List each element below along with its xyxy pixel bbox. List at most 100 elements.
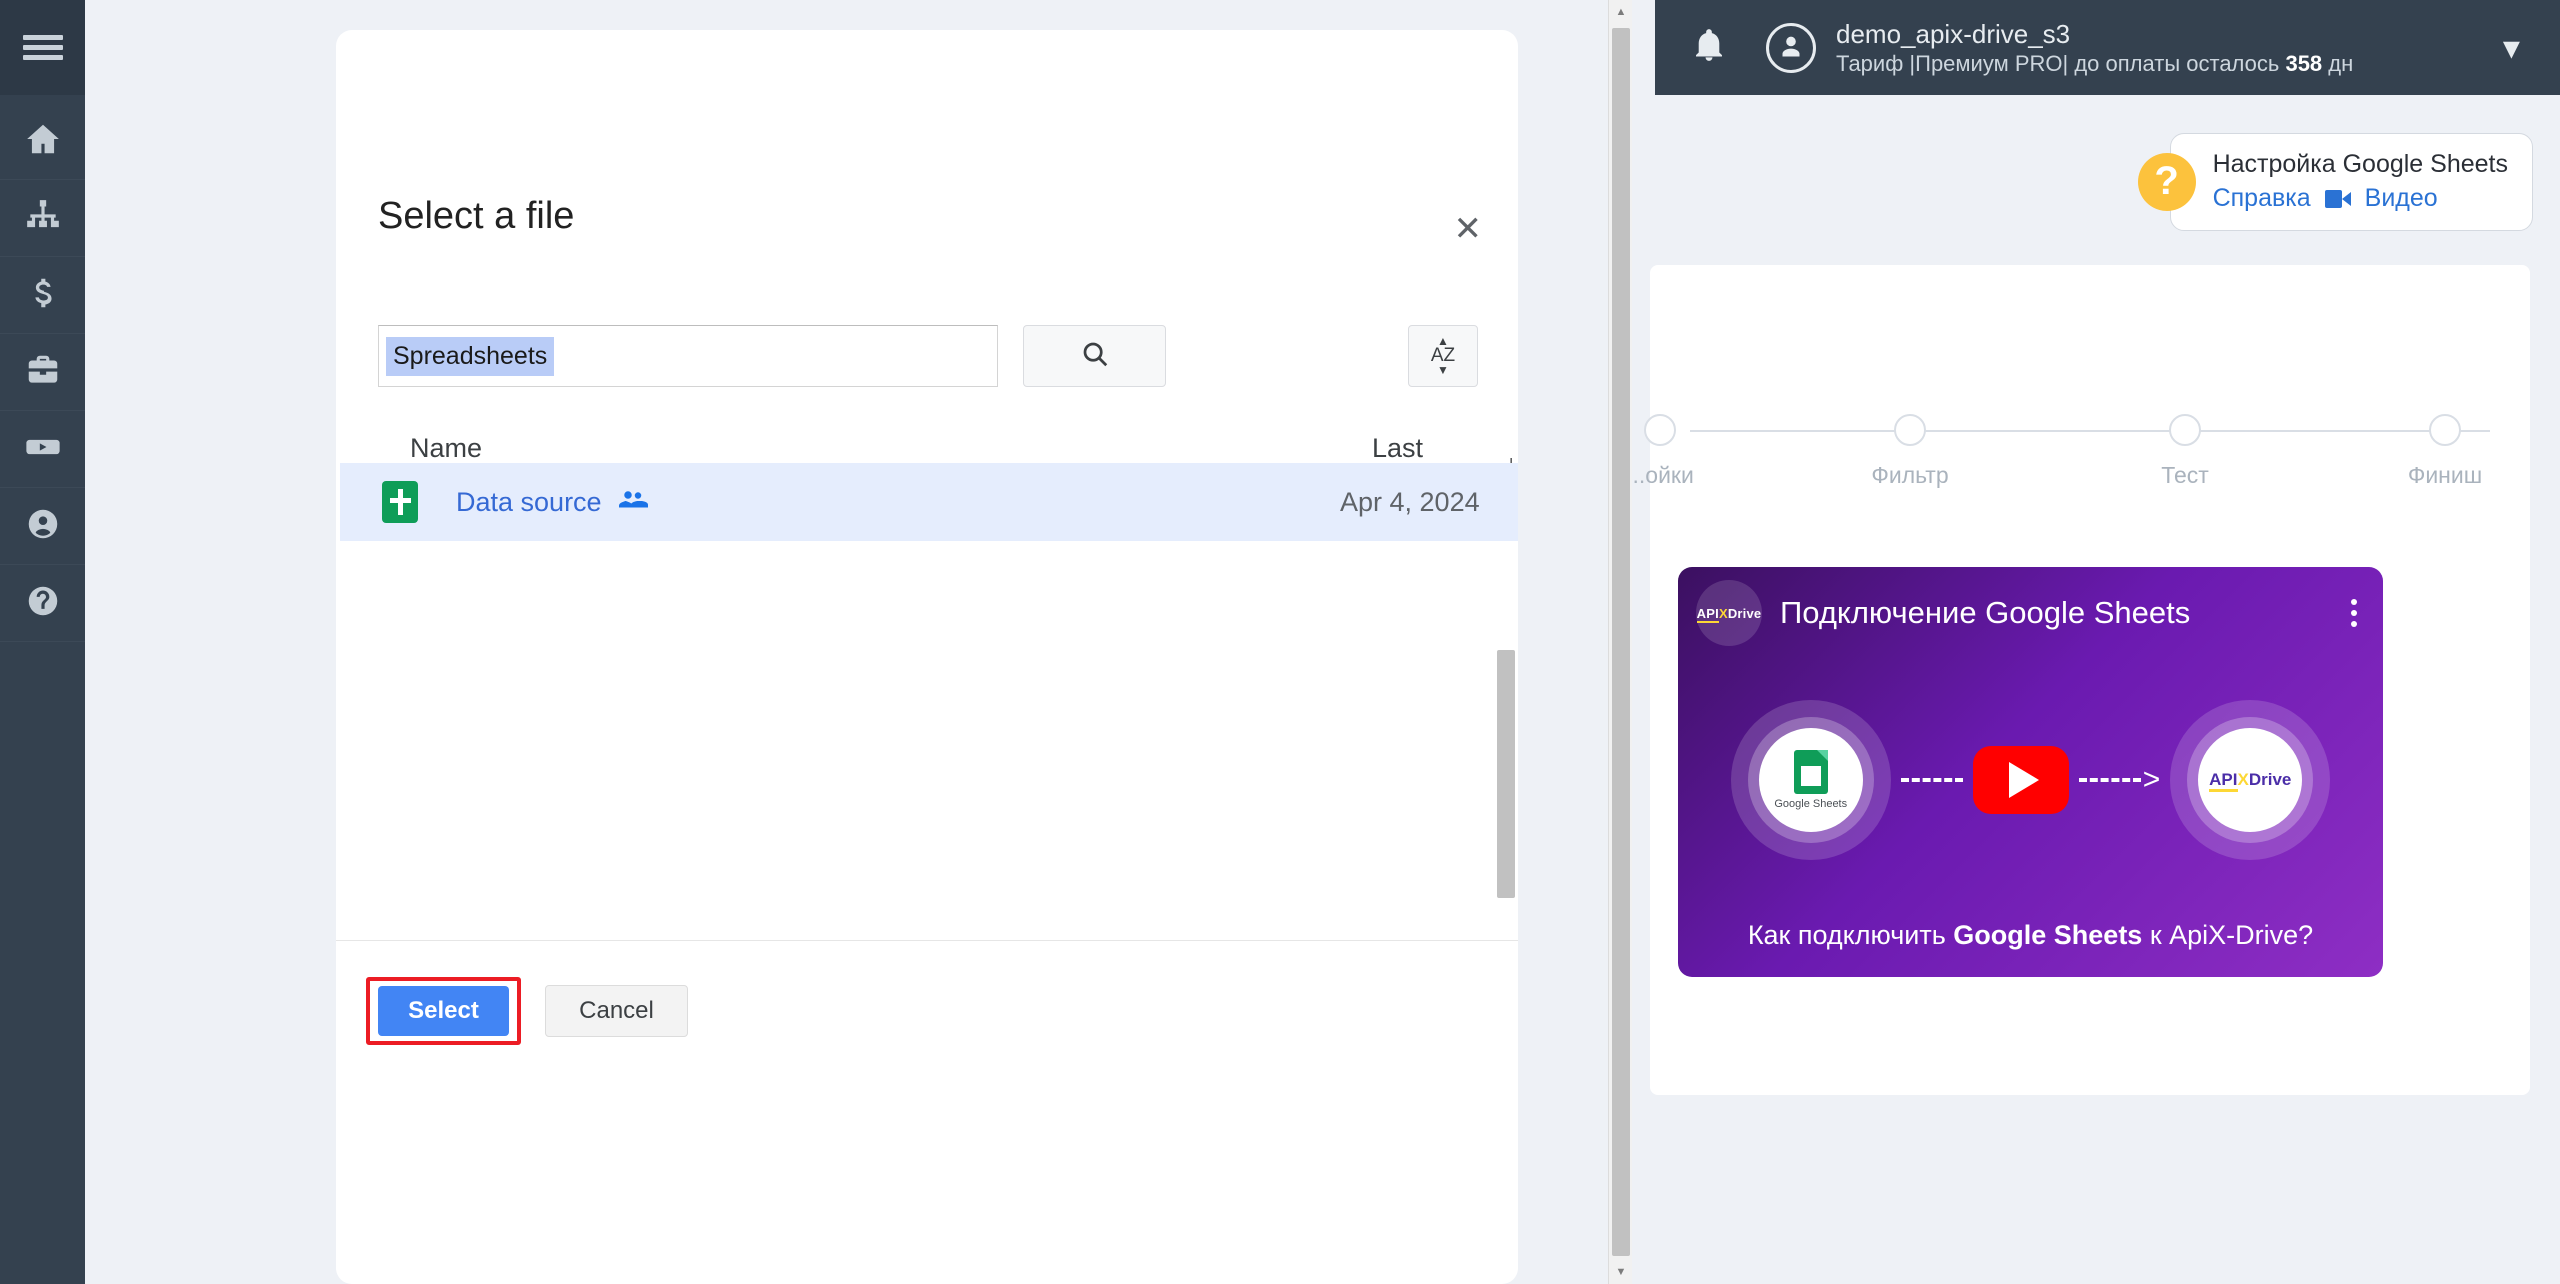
- account-info: demo_apix-drive_s3 Тариф |Премиум PRO| д…: [1836, 18, 2353, 78]
- help-card: Настройка Google Sheets Справка Видео: [2169, 133, 2533, 231]
- search-row: Spreadsheets ▲ AZ ▼: [378, 325, 1478, 387]
- step-label-finish: Финиш: [2407, 462, 2483, 488]
- plan-prefix: Тариф |Премиум PRO| до оплаты осталось: [1836, 51, 2286, 76]
- google-sheets-badge: Google Sheets: [1730, 700, 1891, 860]
- search-button[interactable]: [1023, 325, 1166, 387]
- cancel-button[interactable]: Cancel: [545, 985, 688, 1037]
- help-links: Справка Видео: [2213, 182, 2508, 216]
- bell-icon[interactable]: [1690, 26, 1728, 69]
- file-list-scrollbar-thumb[interactable]: [1497, 650, 1515, 898]
- setup-panel: ...ойки Фильтр Тест Финиш APIXDrive Подк…: [1626, 265, 2530, 1095]
- question-badge-icon[interactable]: ?: [2137, 152, 2196, 211]
- home-icon: [24, 120, 62, 163]
- sort-button[interactable]: ▲ AZ ▼: [1408, 325, 1478, 387]
- search-icon: [1080, 339, 1110, 374]
- left-sidebar: [0, 0, 85, 1284]
- step-label-settings: ...ойки: [1626, 462, 1694, 488]
- logo-drive-text: Drive: [1727, 605, 1762, 621]
- page-scrollbar[interactable]: ▲ ▼: [1608, 0, 1632, 1284]
- video-link[interactable]: Видео: [2365, 182, 2438, 216]
- dollar-icon: [24, 274, 62, 317]
- account-name: demo_apix-drive_s3: [1836, 18, 2071, 49]
- step-label-filter: Фильтр: [1871, 462, 1949, 488]
- logo-api-text: API: [1696, 605, 1719, 623]
- video-header: APIXDrive Подключение Google Sheets: [1678, 567, 2383, 659]
- sidebar-item-business[interactable]: [0, 334, 85, 411]
- plan-suffix: дн: [2322, 51, 2354, 76]
- table-row[interactable]: Data source Apr 4, 2024: [340, 463, 1518, 541]
- modal-title: Select a file: [378, 195, 575, 237]
- user-icon: [24, 505, 62, 548]
- video-illustration: Google Sheets > APIXDrive: [1678, 685, 2383, 875]
- google-sheets-file-icon: [382, 481, 418, 523]
- dashed-connector-right: [2078, 778, 2141, 782]
- search-input-value: Spreadsheets: [386, 336, 555, 376]
- play-button-icon[interactable]: [1972, 746, 2069, 814]
- step-finish[interactable]: Финиш: [2365, 400, 2525, 489]
- step-label-test: Тест: [2161, 462, 2209, 488]
- select-button-highlight: Select: [366, 977, 521, 1045]
- close-icon[interactable]: ✕: [1454, 212, 1483, 246]
- arrow-right-icon: >: [2142, 763, 2161, 796]
- caption-after: к ApiX-Drive?: [2142, 920, 2314, 950]
- caption-before: Как подключить: [1747, 920, 1954, 950]
- step-test[interactable]: Тест: [2105, 400, 2265, 489]
- select-button[interactable]: Select: [378, 986, 509, 1036]
- google-sheets-label: Google Sheets: [1774, 798, 1848, 810]
- help-title: Настройка Google Sheets: [2212, 150, 2508, 178]
- logo-x-text: X: [1718, 605, 1728, 621]
- column-header-name[interactable]: Name: [410, 433, 482, 464]
- hamburger-menu-button[interactable]: [0, 0, 85, 95]
- plan-days: 358: [2285, 51, 2323, 76]
- core-logo-x: X: [2237, 770, 2249, 789]
- core-logo-drive: Drive: [2248, 770, 2292, 789]
- people-shared-icon: [618, 485, 648, 520]
- sidebar-item-video[interactable]: [0, 411, 85, 488]
- video-camera-icon: [2324, 189, 2351, 208]
- step-dot-finish: [2429, 414, 2461, 446]
- sort-az-icon: ▲ AZ ▼: [1431, 334, 1455, 378]
- sidebar-item-home[interactable]: [0, 103, 85, 180]
- scroll-down-arrow-icon[interactable]: ▼: [1609, 1260, 1633, 1284]
- sitemap-icon: [24, 197, 62, 240]
- video-title: Подключение Google Sheets: [1780, 595, 2191, 630]
- briefcase-icon: [24, 351, 62, 394]
- apixdrive-badge: APIXDrive: [2170, 700, 2331, 860]
- chevron-down-icon[interactable]: ▾: [2503, 31, 2520, 65]
- avatar[interactable]: [1766, 22, 1816, 73]
- page-scrollbar-thumb[interactable]: [1612, 28, 1630, 1256]
- apixdrive-logo-icon: APIXDrive: [1696, 580, 1762, 646]
- file-last-modified: Apr 4, 2024: [1340, 486, 1480, 517]
- sidebar-item-account[interactable]: [0, 488, 85, 565]
- step-dot-test: [2169, 414, 2201, 446]
- top-header-bar: demo_apix-drive_s3 Тариф |Премиум PRO| д…: [1655, 0, 2560, 95]
- help-link[interactable]: Справка: [2213, 182, 2311, 216]
- sidebar-items: [0, 95, 85, 642]
- modal-footer-divider: [336, 940, 1518, 941]
- help-tooltip: ? Настройка Google Sheets Справка Видео: [2137, 133, 2533, 231]
- step-dot-settings: [1644, 414, 1676, 446]
- sidebar-item-billing[interactable]: [0, 257, 85, 334]
- step-dot-filter: [1894, 414, 1926, 446]
- page-background: ? Настройка Google Sheets Справка Видео …: [1620, 95, 2560, 1284]
- sort-down-caret: ▼: [1437, 363, 1449, 378]
- sidebar-item-connections[interactable]: [0, 180, 85, 257]
- youtube-icon: [24, 428, 62, 471]
- caption-bold: Google Sheets: [1953, 920, 2143, 950]
- video-caption: Как подключить Google Sheets к ApiX-Driv…: [1678, 920, 2383, 951]
- core-logo-api: API: [2209, 770, 2238, 792]
- file-name[interactable]: Data source: [456, 487, 602, 518]
- sidebar-item-help[interactable]: [0, 565, 85, 642]
- step-indicator: ...ойки Фильтр Тест Финиш: [1626, 400, 2530, 520]
- select-file-modal: Select a file ✕ Spreadsheets ▲ AZ ▼ Name L…: [336, 30, 1518, 1284]
- question-icon: [24, 582, 62, 625]
- kebab-menu-icon[interactable]: [2351, 594, 2357, 632]
- search-input[interactable]: Spreadsheets: [378, 325, 998, 387]
- step-settings[interactable]: ...ойки: [1620, 400, 1740, 489]
- video-preview-card[interactable]: APIXDrive Подключение Google Sheets Goog…: [1678, 567, 2383, 977]
- dashed-connector-left: [1900, 778, 1963, 782]
- google-sheets-icon: [1793, 750, 1828, 794]
- step-filter[interactable]: Фильтр: [1830, 400, 1990, 489]
- scroll-up-arrow-icon[interactable]: ▲: [1609, 0, 1633, 24]
- account-plan: Тариф |Премиум PRO| до оплаты осталось 3…: [1836, 50, 2353, 78]
